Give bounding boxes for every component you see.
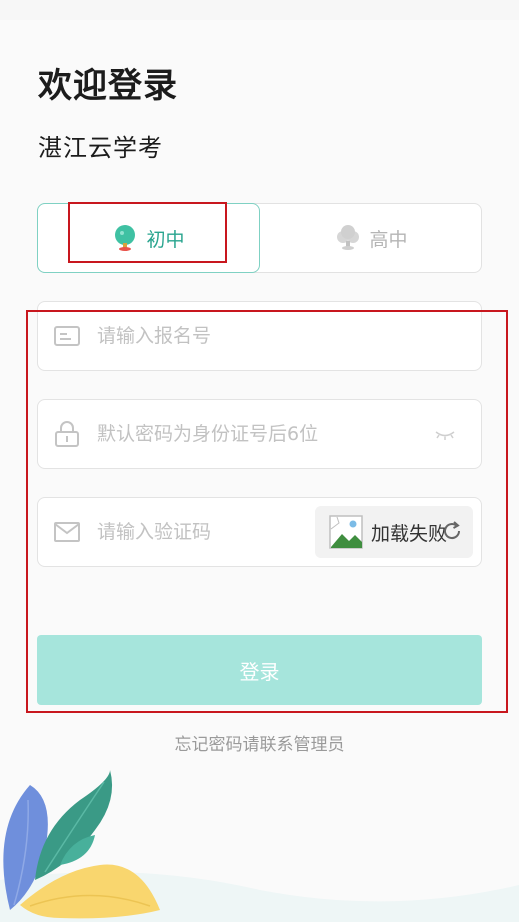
captcha-status: 加载失败 [371,522,448,545]
login-button[interactable]: 登录 [37,635,482,705]
captcha-field: 加载失败 [37,497,482,567]
username-input[interactable] [97,302,481,370]
app-name: 湛江云学考 [38,134,163,162]
password-field [37,399,482,469]
tree-icon [115,225,136,251]
captcha-image[interactable]: 加载失败 [315,506,473,558]
tab-junior-high-label: 初中 [146,228,185,251]
welcome-title: 欢迎登录 [38,66,178,106]
password-input[interactable] [97,400,433,468]
forgot-password-text: 忘记密码请联系管理员 [174,735,345,755]
eye-closed-icon[interactable] [433,426,457,442]
refresh-icon[interactable] [441,520,463,542]
mail-icon [53,520,81,544]
id-card-icon [53,324,81,348]
tab-senior-high-label: 高中 [369,228,408,251]
lock-icon [53,421,81,447]
level-switch: 初中 高中 [37,203,482,273]
broken-image-icon [329,515,363,549]
username-field [37,301,482,371]
leaves-decoration [0,770,519,922]
tab-senior-high[interactable]: 高中 [260,203,483,273]
status-bar-area [0,0,519,20]
tab-junior-high[interactable]: 初中 [37,203,260,273]
cloud-tree-icon [337,225,360,250]
